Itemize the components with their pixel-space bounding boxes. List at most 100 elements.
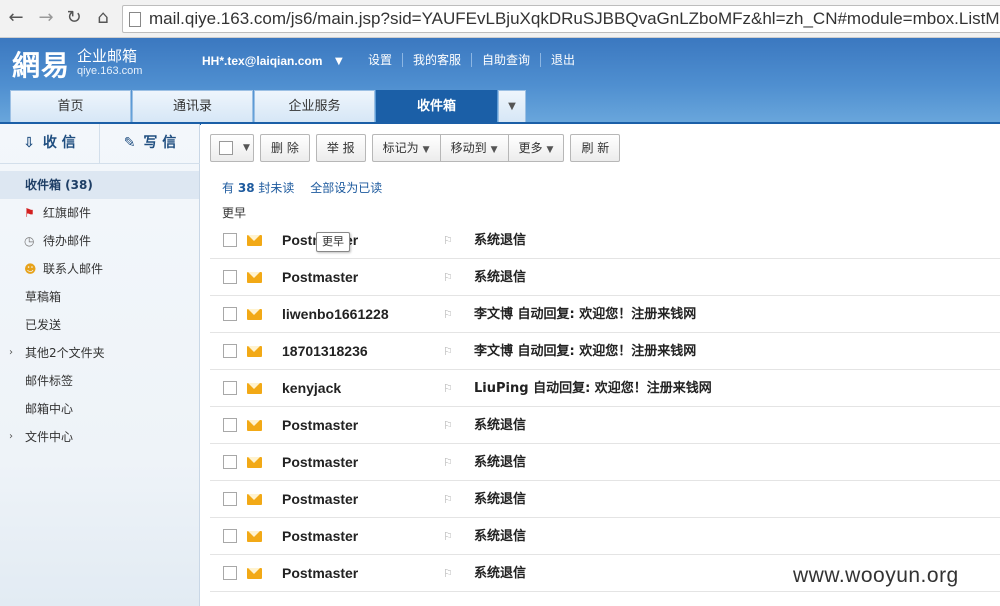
sidebar-item-contact-mail[interactable]: ☻ 联系人邮件 <box>0 255 199 283</box>
row-checkbox[interactable] <box>223 492 237 506</box>
browser-toolbar: ← → ↻ ⌂ mail.qiye.163.com/js6/main.jsp?s… <box>0 0 1000 38</box>
sidebar-item-mail-tags[interactable]: 邮件标签 <box>0 367 199 395</box>
settings-link[interactable]: 设置 <box>358 53 402 67</box>
mail-subject: 李文博 自动回复: 欢迎您！注册来钱网 <box>474 307 697 322</box>
chevron-down-icon: ▼ <box>490 145 498 155</box>
delete-button[interactable]: 删 除 <box>260 134 310 162</box>
back-arrow-icon[interactable]: ← <box>6 8 26 28</box>
receive-mail-button[interactable]: ⇩ 收 信 <box>0 124 100 164</box>
flag-icon[interactable]: ⚐ <box>443 419 453 432</box>
home-icon[interactable]: ⌂ <box>93 8 113 28</box>
flag-icon[interactable]: ⚐ <box>443 530 453 543</box>
chevron-down-icon[interactable]: ▼ <box>335 56 343 67</box>
customer-service-link[interactable]: 我的客服 <box>402 53 471 67</box>
sidebar-item-sent[interactable]: 已发送 <box>0 311 199 339</box>
sidebar-item-inbox[interactable]: 收件箱 (38) <box>0 171 199 199</box>
mail-row[interactable]: liwenbo1661228 ⚐ 李文博 自动回复: 欢迎您！注册来钱网 <box>210 296 1000 333</box>
unread-envelope-icon <box>247 272 262 283</box>
chevron-right-icon[interactable]: › <box>9 339 13 367</box>
sidebar-item-drafts[interactable]: 草稿箱 <box>0 283 199 311</box>
move-to-button[interactable]: 移动到 ▼ <box>439 134 508 162</box>
logo-subtitle: 企业邮箱 <box>77 47 138 65</box>
sidebar: ⇩ 收 信 ✎ 写 信 收件箱 (38) ⚑ 红旗邮件 ◷ 待办邮件 ☻ 联系人邮件 草稿… <box>0 124 200 606</box>
clock-icon: ◷ <box>24 234 35 248</box>
sidebar-item-flagged[interactable]: ⚑ 红旗邮件 <box>0 199 199 227</box>
report-button[interactable]: 举 报 <box>315 134 366 162</box>
mail-row[interactable]: 18701318236 ⚐ 李文博 自动回复: 欢迎您！注册来钱网 <box>210 333 1000 370</box>
move-to-label: 移动到 <box>450 141 487 155</box>
logout-link[interactable]: 退出 <box>540 53 585 67</box>
mail-subject: 系统退信 <box>474 455 527 470</box>
account-name[interactable]: HH*.tex@laiqian.com <box>202 54 322 68</box>
mail-row[interactable]: kenyjack ⚐ LiuPing 自动回复: 欢迎您！注册来钱网 <box>210 370 1000 407</box>
address-bar[interactable]: mail.qiye.163.com/js6/main.jsp?sid=YAUFE… <box>122 5 1000 33</box>
chevron-right-icon[interactable]: › <box>9 423 13 451</box>
mail-sender: Postmaster <box>282 491 359 507</box>
mail-subject: 系统退信 <box>474 492 527 507</box>
flag-icon[interactable]: ⚐ <box>443 493 453 506</box>
unread-envelope-icon <box>247 457 262 468</box>
receive-label: 收 信 <box>42 135 76 151</box>
mark-as-button[interactable]: 标记为 ▼ <box>371 134 440 162</box>
flag-icon[interactable]: ⚐ <box>443 382 453 395</box>
logo: 網易 <box>12 49 71 82</box>
sidebar-item-todo[interactable]: ◷ 待办邮件 <box>0 227 199 255</box>
more-button[interactable]: 更多 ▼ <box>507 134 565 162</box>
sidebar-item-file-center[interactable]: › 文件中心 <box>0 423 199 451</box>
tab-contacts[interactable]: 通讯录 <box>132 90 253 124</box>
flag-icon[interactable]: ⚐ <box>443 567 453 580</box>
row-checkbox[interactable] <box>223 566 237 580</box>
flag-icon[interactable]: ⚐ <box>443 271 453 284</box>
top-links: 设置 我的客服 自助查询 退出 <box>358 53 585 67</box>
red-flag-icon: ⚑ <box>24 206 35 220</box>
forward-arrow-icon[interactable]: → <box>36 8 56 28</box>
date-group-label: 更早 <box>222 206 247 220</box>
mail-row[interactable]: Postmaster ⚐ 系统退信 <box>210 444 1000 481</box>
row-checkbox[interactable] <box>223 381 237 395</box>
select-all-checkbox[interactable]: ▼ <box>210 134 254 162</box>
mail-row[interactable]: Postmaster ⚐ 系统退信 <box>210 259 1000 296</box>
flag-icon[interactable]: ⚐ <box>443 456 453 469</box>
unread-count: 38 <box>237 181 255 195</box>
row-checkbox[interactable] <box>223 418 237 432</box>
pencil-icon: ✎ <box>123 135 136 151</box>
mail-row[interactable]: Postmaster ⚐ 系统退信 <box>210 481 1000 518</box>
row-checkbox[interactable] <box>223 307 237 321</box>
chevron-down-icon[interactable]: ▼ <box>243 135 250 161</box>
mail-sender: Postmaster <box>282 417 359 433</box>
sidebar-item-other-folders[interactable]: › 其他2个文件夹 <box>0 339 199 367</box>
unread-envelope-icon <box>247 309 262 320</box>
write-mail-button[interactable]: ✎ 写 信 <box>100 124 200 164</box>
mail-row[interactable]: Postmaster ⚐ 系统退信 <box>210 518 1000 555</box>
compose-bar: ⇩ 收 信 ✎ 写 信 <box>0 124 200 164</box>
flag-icon[interactable]: ⚐ <box>443 308 453 321</box>
write-label: 写 信 <box>143 135 177 151</box>
row-checkbox[interactable] <box>223 270 237 284</box>
flag-icon[interactable]: ⚐ <box>443 345 453 358</box>
tab-home[interactable]: 首页 <box>10 90 131 124</box>
download-icon: ⇩ <box>23 135 35 151</box>
mail-sender: Postmaster <box>282 528 359 544</box>
self-service-link[interactable]: 自助查询 <box>471 53 540 67</box>
row-checkbox[interactable] <box>223 455 237 469</box>
unread-envelope-icon <box>247 346 262 357</box>
sidebar-item-mailbox-center[interactable]: 邮箱中心 <box>0 395 199 423</box>
unread-envelope-icon <box>247 383 262 394</box>
reload-icon[interactable]: ↻ <box>64 8 84 28</box>
row-checkbox[interactable] <box>223 529 237 543</box>
unread-envelope-icon <box>247 235 262 246</box>
row-checkbox[interactable] <box>223 233 237 247</box>
person-icon: ☻ <box>24 262 37 276</box>
tab-more-dropdown[interactable]: ▼ <box>498 90 526 124</box>
row-checkbox[interactable] <box>223 344 237 358</box>
tab-inbox[interactable]: 收件箱 <box>376 90 497 124</box>
mark-as-label: 标记为 <box>382 141 419 155</box>
checkbox[interactable] <box>219 141 233 155</box>
mail-subject: 李文博 自动回复: 欢迎您！注册来钱网 <box>474 344 697 359</box>
mark-all-read-link[interactable]: 全部设为已读 <box>310 181 382 195</box>
tab-enterprise-services[interactable]: 企业服务 <box>254 90 375 124</box>
refresh-button[interactable]: 刷 新 <box>570 134 621 162</box>
flag-icon[interactable]: ⚐ <box>443 234 453 247</box>
main-tabs: 首页 通讯录 企业服务 收件箱 ▼ <box>10 90 526 124</box>
mail-row[interactable]: Postmaster ⚐ 系统退信 <box>210 407 1000 444</box>
